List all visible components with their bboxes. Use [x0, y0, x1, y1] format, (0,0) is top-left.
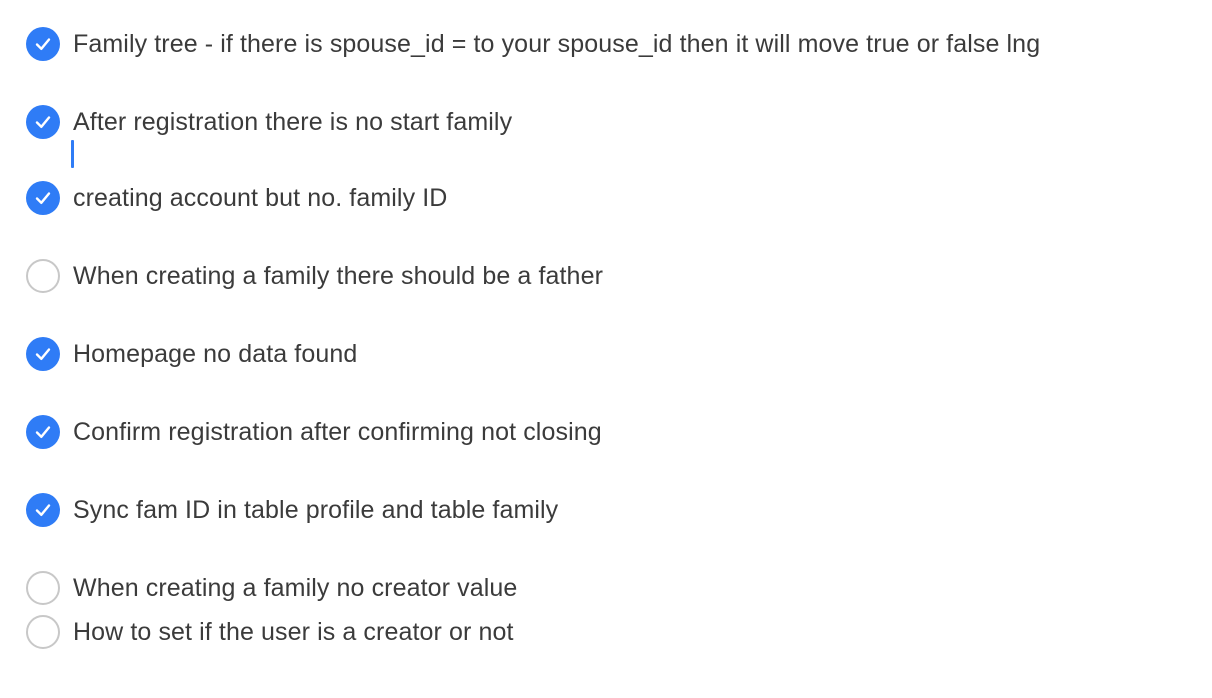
checklist-item-registration[interactable]: After registration there is no start fam…	[26, 105, 512, 139]
checklist-item-label[interactable]: Homepage no data found	[73, 340, 357, 369]
checklist-item-label[interactable]: creating account but no. family ID	[73, 184, 447, 213]
checklist-item-label[interactable]: Sync fam ID in table profile and table f…	[73, 496, 558, 525]
checklist-item-account[interactable]: creating account but no. family ID	[26, 181, 447, 215]
checklist-item-label[interactable]: Family tree - if there is spouse_id = to…	[73, 30, 1040, 59]
checklist-item-creator-value[interactable]: When creating a family no creator value	[26, 571, 517, 605]
checklist-item-label[interactable]: When creating a family no creator value	[73, 574, 517, 603]
checkmark-icon[interactable]	[26, 337, 60, 371]
checkmark-icon[interactable]	[26, 493, 60, 527]
checkmark-icon[interactable]	[26, 105, 60, 139]
checklist-item-label[interactable]: When creating a family there should be a…	[73, 262, 603, 291]
checklist-item-father[interactable]: When creating a family there should be a…	[26, 259, 603, 293]
empty-circle-icon[interactable]	[26, 615, 60, 649]
checklist-item-sync[interactable]: Sync fam ID in table profile and table f…	[26, 493, 558, 527]
checkmark-icon[interactable]	[26, 27, 60, 61]
checklist-item-family-tree[interactable]: Family tree - if there is spouse_id = to…	[26, 27, 1040, 61]
checklist-item-confirm[interactable]: Confirm registration after confirming no…	[26, 415, 602, 449]
checklist-item-creator-role[interactable]: How to set if the user is a creator or n…	[26, 615, 514, 649]
text-caret	[71, 140, 74, 168]
checklist-item-homepage[interactable]: Homepage no data found	[26, 337, 357, 371]
checklist-item-label[interactable]: How to set if the user is a creator or n…	[73, 618, 514, 647]
empty-circle-icon[interactable]	[26, 571, 60, 605]
checkmark-icon[interactable]	[26, 181, 60, 215]
checkmark-icon[interactable]	[26, 415, 60, 449]
checklist-item-label[interactable]: After registration there is no start fam…	[73, 108, 512, 137]
checklist-item-label[interactable]: Confirm registration after confirming no…	[73, 418, 602, 447]
empty-circle-icon[interactable]	[26, 259, 60, 293]
